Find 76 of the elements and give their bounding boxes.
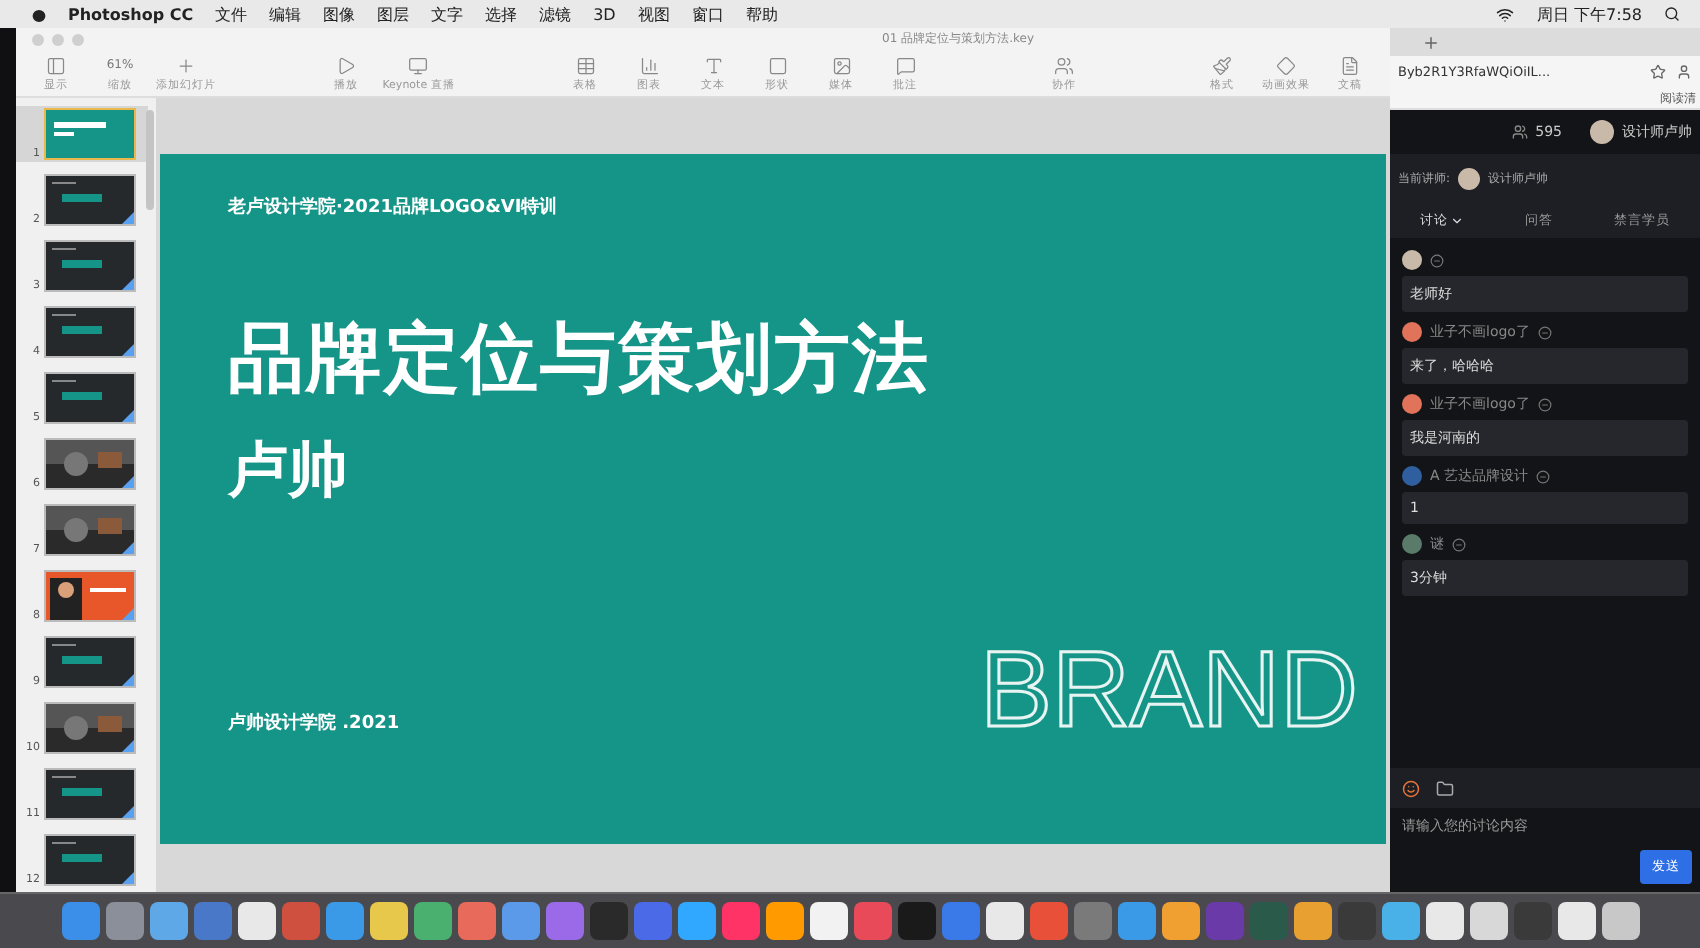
menu-item[interactable]: 窗口 [691, 3, 724, 25]
slide-header: 老卢设计学院·2021品牌LOGO&VI特训 [228, 194, 560, 220]
dock-app-icon[interactable] [237, 902, 275, 940]
mute-icon[interactable] [1430, 253, 1444, 267]
mute-icon[interactable] [1537, 325, 1552, 339]
dock-app-icon[interactable] [1293, 902, 1331, 940]
dock-app-icon[interactable] [1557, 902, 1595, 940]
text-icon[interactable] [703, 55, 724, 75]
mute-icon[interactable] [1537, 397, 1552, 411]
profile-icon[interactable] [1676, 64, 1692, 80]
dock-app-icon[interactable] [765, 902, 803, 940]
dock-app-icon[interactable] [1601, 902, 1639, 940]
dock-app-icon[interactable] [1425, 902, 1463, 940]
comment-icon[interactable] [895, 55, 916, 75]
play-icon[interactable] [336, 55, 357, 75]
menu-item[interactable]: 选择 [485, 3, 518, 25]
plus-icon[interactable] [176, 55, 196, 75]
slide-thumbnail[interactable] [44, 570, 136, 622]
menu-item[interactable]: 视图 [637, 3, 670, 25]
dock-app-icon[interactable] [149, 902, 187, 940]
menu-item[interactable]: 编辑 [269, 3, 302, 25]
paintbrush-icon[interactable] [1212, 55, 1232, 75]
clock: 周日 下午7:58 [1536, 3, 1642, 25]
slide-thumbnail[interactable] [44, 504, 136, 556]
monitor-icon[interactable] [408, 55, 429, 75]
folder-icon[interactable] [1436, 779, 1454, 797]
slide-title: 品牌定位与策划方法 [228, 312, 932, 406]
slide-thumbnail[interactable] [44, 108, 136, 160]
emoji-icon[interactable] [1402, 779, 1420, 797]
dock-app-icon[interactable] [1161, 902, 1199, 940]
viewers-icon [1511, 124, 1528, 140]
outlined-word: BRAND [979, 636, 1358, 744]
slide-thumbnail[interactable] [44, 834, 136, 886]
dock-app-icon[interactable] [809, 902, 847, 940]
new-tab-icon[interactable] [1422, 33, 1440, 51]
dock-app-icon[interactable] [985, 902, 1023, 940]
avatar [1590, 120, 1614, 144]
menu-item[interactable]: 滤镜 [539, 3, 572, 25]
diamond-icon[interactable] [1276, 55, 1296, 75]
apple-icon[interactable] [32, 6, 46, 22]
slide-thumbnail[interactable] [44, 636, 136, 688]
mute-icon[interactable] [1452, 537, 1466, 551]
slide-author: 卢帅 [228, 434, 350, 510]
star-icon[interactable] [1650, 64, 1666, 80]
dock-app-icon[interactable] [1469, 902, 1507, 940]
slide-footer: 卢帅设计学院 .2021 [228, 710, 400, 736]
square-icon[interactable] [767, 55, 788, 75]
slide-thumbnail[interactable] [44, 702, 136, 754]
sidebar-icon[interactable] [46, 55, 66, 75]
slide-thumbnail[interactable] [44, 240, 136, 292]
dock-app-icon[interactable] [413, 902, 451, 940]
menu-item[interactable]: 帮助 [745, 3, 778, 25]
table-icon[interactable] [575, 55, 596, 75]
menu-item[interactable]: 文件 [215, 3, 248, 25]
dock-app-icon[interactable] [677, 902, 715, 940]
slide-thumbnail[interactable] [44, 174, 136, 226]
menu-item[interactable]: 文字 [431, 3, 464, 25]
dock-app-icon[interactable] [1381, 902, 1419, 940]
menu-item[interactable]: 3D [593, 5, 616, 23]
search-icon[interactable] [1664, 6, 1680, 22]
wifi-icon[interactable] [1496, 5, 1515, 23]
chevron-down-icon[interactable] [1450, 213, 1465, 227]
menu-item[interactable]: Photoshop CC [68, 5, 194, 23]
dock-app-icon[interactable] [369, 902, 407, 940]
avatar [1458, 167, 1481, 189]
image-icon[interactable] [831, 55, 852, 75]
document-icon[interactable] [1340, 55, 1360, 75]
menu-item[interactable]: 图像 [323, 3, 356, 25]
slide-thumbnail[interactable] [44, 768, 136, 820]
slide-thumbnail[interactable] [44, 438, 136, 490]
menu-item[interactable]: 图层 [377, 3, 410, 25]
slide-thumbnail[interactable] [44, 372, 136, 424]
slide-thumbnail[interactable] [44, 306, 136, 358]
bar-chart-icon[interactable] [639, 55, 660, 75]
mute-icon[interactable] [1536, 469, 1551, 483]
people-icon[interactable] [1053, 55, 1074, 75]
